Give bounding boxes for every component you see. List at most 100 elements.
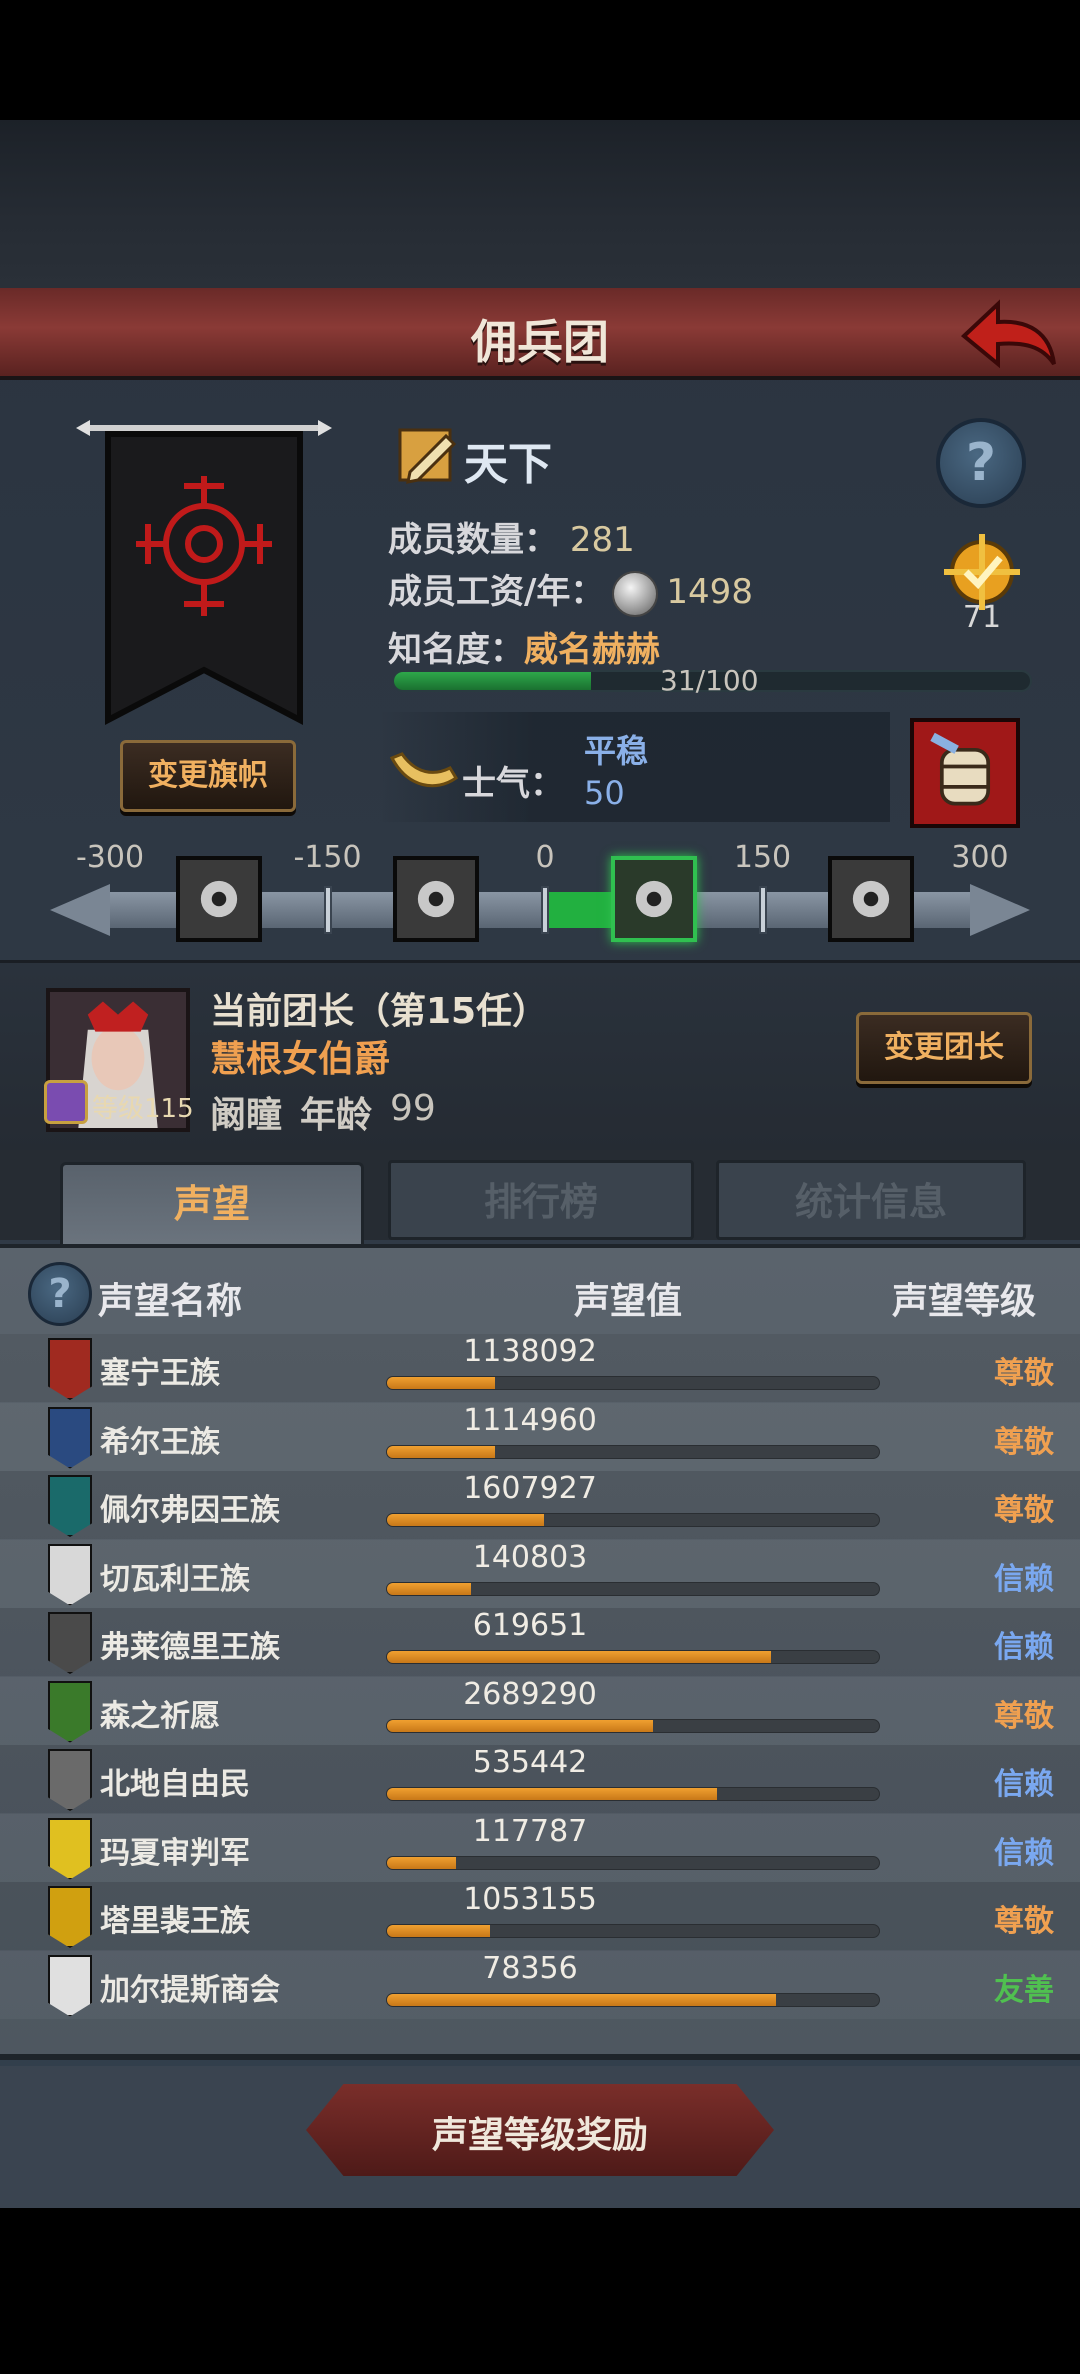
- reputation-bar-fill: [387, 1445, 496, 1458]
- reputation-row[interactable]: 佩尔弗因王族 1607927 尊敬: [0, 1471, 1080, 1539]
- faction-emblem-icon: [48, 1817, 92, 1880]
- faction-emblem-icon: [48, 1406, 92, 1469]
- faction-name: 塞宁王族: [100, 1356, 220, 1391]
- wage-stat: 成员工资/年： 1498: [388, 564, 753, 617]
- reputation-bar-fill: [387, 1582, 471, 1595]
- col-header-value: 声望值: [574, 1281, 683, 1322]
- reputation-level: 尊敬: [994, 1424, 1054, 1460]
- reputation-level: 友善: [994, 1972, 1054, 2008]
- reward-button-label: 声望等级奖励: [431, 2115, 648, 2156]
- reputation-level: 信赖: [994, 1767, 1054, 1802]
- change-flag-button[interactable]: 变更旗帜: [120, 740, 296, 812]
- title-bar: 佣兵团: [0, 288, 1080, 380]
- reputation-bar-fill: [387, 1788, 717, 1800]
- reputation-row[interactable]: 森之祈愿 2689290 尊敬: [0, 1676, 1080, 1745]
- faction-emblem-icon: [48, 1749, 92, 1811]
- charge-icon[interactable]: [828, 856, 915, 942]
- reputation-value: 2689290: [463, 1676, 597, 1712]
- faction-emblem-icon: [48, 1886, 92, 1948]
- faction-emblem-icon: [48, 1612, 92, 1674]
- faction-emblem-icon: [48, 1543, 92, 1606]
- leader-name: 慧根女伯爵: [210, 1039, 391, 1080]
- reputation-row[interactable]: 弗莱德里王族 619651 信赖: [0, 1608, 1080, 1676]
- reputation-row[interactable]: 加尔提斯商会 78356 友善: [0, 1950, 1080, 2019]
- tab-statistics[interactable]: 统计信息: [716, 1160, 1026, 1240]
- morale-label: 士气：: [462, 764, 564, 804]
- morale-value: 50: [584, 774, 625, 812]
- scale-tick-label: 150: [733, 840, 792, 875]
- reputation-level: 尊敬: [994, 1493, 1054, 1528]
- morale-indicator: [545, 892, 618, 928]
- back-arrow-icon[interactable]: [958, 298, 1058, 372]
- reputation-bar: [386, 1787, 880, 1801]
- reputation-help-button[interactable]: ?: [28, 1262, 92, 1326]
- tab-reputation[interactable]: 声望: [60, 1162, 364, 1246]
- fame-value: 威名赫赫: [524, 630, 660, 670]
- wage-value: 1498: [666, 572, 753, 612]
- reputation-value: 1053155: [463, 1882, 597, 1917]
- rename-pen-icon[interactable]: [396, 422, 460, 486]
- faction-emblem-icon: [48, 1475, 92, 1537]
- guild-banner: [76, 420, 332, 725]
- reputation-row[interactable]: 塞宁王族 1138092 尊敬: [0, 1334, 1080, 1402]
- reputation-value: 1138092: [463, 1334, 597, 1369]
- status-bar-area: [0, 0, 1080, 120]
- fame-progress-fill: [394, 672, 592, 690]
- reputation-bar-fill: [387, 1993, 776, 2006]
- faction-emblem-icon: [48, 1680, 92, 1743]
- faction-name: 森之祈愿: [100, 1698, 220, 1734]
- barrel-button[interactable]: [910, 718, 1020, 828]
- reputation-reward-button[interactable]: 声望等级奖励: [306, 2084, 774, 2176]
- reputation-value: 1114960: [463, 1402, 597, 1438]
- reputation-value: 78356: [482, 1950, 578, 1986]
- leader-title: 当前团长（第15任）: [210, 991, 549, 1032]
- tab-leaderboard[interactable]: 排行榜: [388, 1160, 694, 1240]
- reputation-bar-fill: [387, 1651, 771, 1663]
- reputation-bar: [386, 1650, 880, 1664]
- leader-level-tag: 等级115: [44, 1080, 200, 1128]
- scale-notch: [758, 886, 767, 934]
- col-header-level: 声望等级: [892, 1281, 1037, 1322]
- leader-trait: 阚瞳: [210, 1095, 283, 1136]
- calm-icon[interactable]: [610, 856, 697, 942]
- page-title: 佣兵团: [471, 315, 609, 369]
- reputation-row[interactable]: 希尔王族 1114960 尊敬: [0, 1402, 1080, 1471]
- level-label: 等级: [92, 1094, 145, 1124]
- scale-tick-label: -150: [293, 840, 362, 875]
- scale-tick-label: 0: [535, 840, 555, 875]
- reputation-row[interactable]: 玛夏审判军 117787 信赖: [0, 1813, 1080, 1882]
- faction-name: 玛夏审判军: [100, 1835, 250, 1871]
- reputation-bar: [386, 1992, 880, 2007]
- medal-count: 71: [962, 600, 1002, 635]
- fame-stat: 知名度：威名赫赫: [388, 622, 660, 671]
- reputation-bar-fill: [387, 1514, 545, 1526]
- wage-label: 成员工资/年：: [388, 572, 605, 612]
- members-label: 成员数量：: [388, 520, 558, 560]
- guild-name: 天下: [464, 439, 552, 490]
- background-upper: [0, 120, 1080, 288]
- reputation-value: 535442: [472, 1745, 588, 1780]
- scale-notch: [323, 886, 332, 934]
- faction-name: 弗莱德里王族: [100, 1630, 280, 1665]
- reputation-value: 619651: [472, 1608, 588, 1643]
- reputation-bar-fill: [387, 1377, 496, 1389]
- faction-name: 佩尔弗因王族: [100, 1493, 280, 1528]
- reputation-bar: [386, 1376, 880, 1390]
- change-leader-button[interactable]: 变更团长: [856, 1012, 1032, 1084]
- despair-icon[interactable]: [393, 856, 480, 942]
- members-stat: 成员数量： 281: [388, 512, 635, 561]
- faction-emblem-icon: [48, 1338, 92, 1400]
- leader-age-label: 年龄: [300, 1095, 373, 1136]
- members-count: 281: [569, 520, 635, 560]
- reputation-level: 尊敬: [994, 1904, 1054, 1939]
- scale-notch: [541, 886, 549, 934]
- faction-name: 塔里裴王族: [100, 1904, 250, 1939]
- morale-scale: -300 -150 0 150 300: [50, 840, 1030, 950]
- faction-name: 希尔王族: [100, 1424, 220, 1460]
- reputation-row[interactable]: 北地自由民 535442 信赖: [0, 1745, 1080, 1813]
- eye-icon[interactable]: [175, 856, 262, 942]
- fame-label: 知名度：: [388, 630, 524, 670]
- reputation-row[interactable]: 塔里裴王族 1053155 尊敬: [0, 1882, 1080, 1950]
- help-button[interactable]: ?: [936, 418, 1026, 508]
- reputation-row[interactable]: 切瓦利王族 140803 信赖: [0, 1539, 1080, 1608]
